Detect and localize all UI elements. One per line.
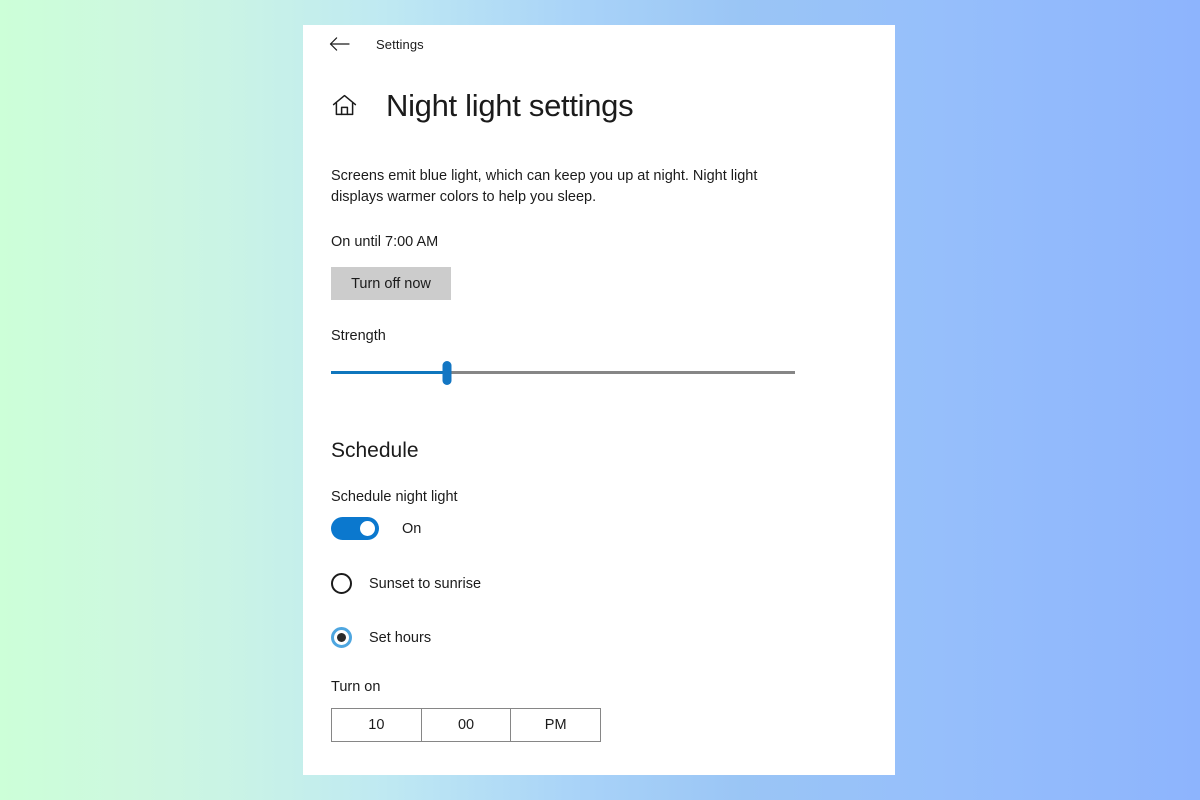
schedule-night-light-label: Schedule night light [331, 489, 458, 505]
turn-on-minute-field[interactable]: 00 [420, 709, 511, 741]
schedule-heading: Schedule [331, 439, 419, 462]
titlebar: Settings [303, 25, 895, 63]
radio-option-set-hours[interactable]: Set hours [331, 627, 867, 648]
turn-on-hour-field[interactable]: 10 [332, 709, 421, 741]
radio-option-sunset-to-sunrise[interactable]: Sunset to sunrise [331, 573, 867, 594]
turn-on-meridiem-field[interactable]: PM [510, 709, 601, 741]
back-button[interactable] [324, 29, 356, 59]
strength-slider[interactable] [331, 360, 795, 386]
turn-on-time-picker: 10 00 PM [331, 708, 601, 742]
strength-label: Strength [331, 328, 386, 344]
radio-label-set-hours: Set hours [369, 629, 432, 646]
settings-window: Settings Night light settings Screens em… [303, 25, 895, 775]
radio-button-unchecked-icon[interactable] [331, 573, 352, 594]
turn-on-label: Turn on [331, 679, 381, 695]
toggle-knob [360, 521, 375, 536]
turn-off-now-button[interactable]: Turn off now [331, 267, 451, 300]
slider-thumb[interactable] [442, 361, 452, 385]
schedule-toggle-row: On [331, 517, 867, 540]
back-arrow-icon [329, 35, 351, 53]
titlebar-label: Settings [376, 36, 424, 52]
settings-content: Screens emit blue light, which can keep … [303, 166, 895, 742]
status-text: On until 7:00 AM [331, 234, 439, 250]
description-text: Screens emit blue light, which can keep … [331, 168, 758, 205]
schedule-night-light-toggle[interactable] [331, 517, 379, 540]
toggle-state-label: On [402, 520, 422, 537]
radio-label-sunset-to-sunrise: Sunset to sunrise [369, 575, 482, 592]
home-icon[interactable] [331, 93, 357, 119]
page-header: Night light settings [303, 90, 895, 121]
radio-button-checked-icon[interactable] [331, 627, 352, 648]
slider-fill [331, 371, 447, 374]
page-title: Night light settings [386, 88, 634, 123]
